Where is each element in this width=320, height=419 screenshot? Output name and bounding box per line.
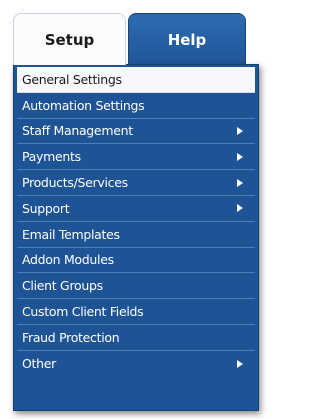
tab-setup[interactable]: Setup <box>13 13 126 65</box>
menu-item-label: Client Groups <box>22 278 103 294</box>
menu-item-label: General Settings <box>22 71 122 87</box>
menu-item-label: Custom Client Fields <box>22 304 144 320</box>
menu-item-products-services[interactable]: Products/Services <box>17 170 255 196</box>
menu-item-label: Other <box>22 356 56 372</box>
menu-item-fraud-protection[interactable]: Fraud Protection <box>17 325 255 351</box>
menu-item-label: Payments <box>22 149 81 165</box>
arrow-right-icon <box>237 152 243 161</box>
arrow-right-icon <box>237 126 243 135</box>
menu-item-label: Staff Management <box>22 123 133 139</box>
menu-item-other[interactable]: Other <box>17 351 255 377</box>
menu-item-addon-modules[interactable]: Addon Modules <box>17 248 255 274</box>
tab-bar: Setup Help <box>13 13 259 65</box>
menu-item-label: Products/Services <box>22 175 128 191</box>
arrow-right-icon <box>237 204 243 213</box>
setup-dropdown-menu: General Settings Automation Settings Sta… <box>13 64 259 411</box>
menu-item-label: Automation Settings <box>22 97 145 113</box>
menu-item-label: Email Templates <box>22 226 120 242</box>
menu-item-label: Support <box>22 200 70 216</box>
menu-item-email-templates[interactable]: Email Templates <box>17 222 255 248</box>
menu-item-payments[interactable]: Payments <box>17 144 255 171</box>
arrow-right-icon <box>237 359 243 368</box>
menu-item-staff-management[interactable]: Staff Management <box>17 119 255 145</box>
menu-item-label: Addon Modules <box>22 252 114 268</box>
arrow-right-icon <box>237 178 243 187</box>
menu-item-label: Fraud Protection <box>22 329 120 345</box>
menu-item-general-settings[interactable]: General Settings <box>17 67 255 93</box>
menu-item-client-groups[interactable]: Client Groups <box>17 273 255 300</box>
menu-item-custom-client-fields[interactable]: Custom Client Fields <box>17 299 255 325</box>
menu-item-support[interactable]: Support <box>17 196 255 222</box>
menu-item-automation-settings[interactable]: Automation Settings <box>17 93 255 119</box>
tab-help[interactable]: Help <box>128 13 246 65</box>
